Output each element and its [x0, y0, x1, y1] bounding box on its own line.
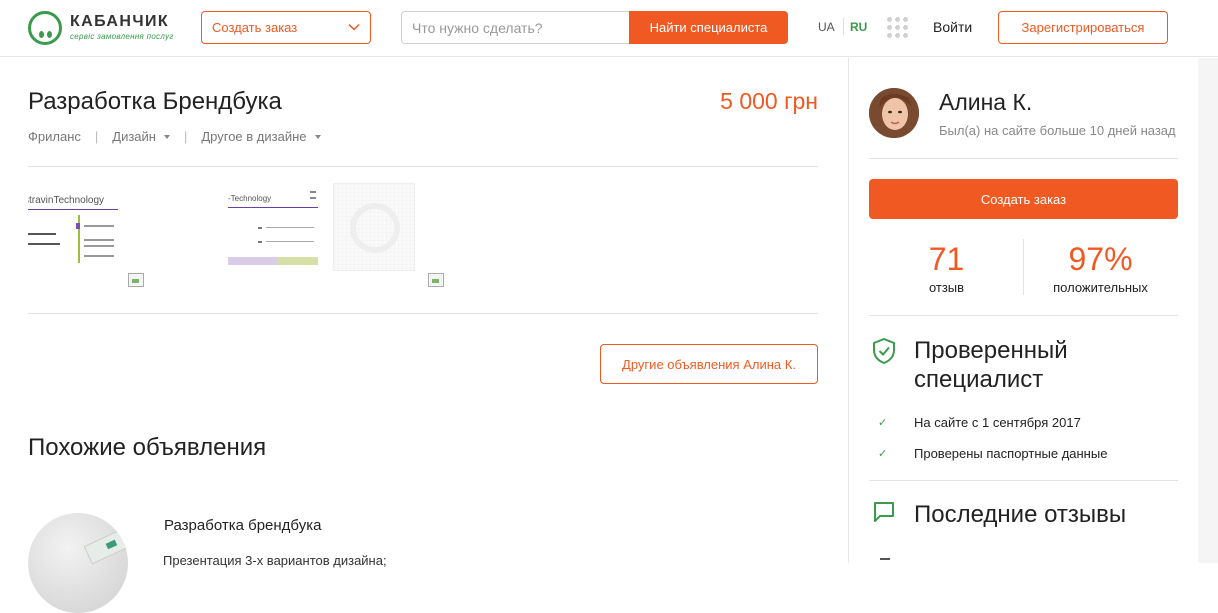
portfolio-thumbnail[interactable]: -Technology: [228, 183, 318, 271]
breadcrumb-label: Фриланс: [28, 129, 81, 144]
breadcrumb-other-design[interactable]: Другое в дизайне: [201, 129, 321, 144]
verified-specialist-heading: Проверенный специалист: [914, 337, 1068, 393]
lang-divider: [843, 18, 844, 35]
caret-down-icon: [314, 134, 321, 139]
breadcrumb-separator: |: [94, 129, 99, 144]
letterhead-image: -Technology: [228, 183, 318, 271]
reviews-count: 71: [928, 241, 965, 277]
other-ads-button[interactable]: Другие объявления Алина К.: [600, 344, 818, 384]
lang-ua-link[interactable]: UA: [818, 20, 835, 34]
top-header: КАБАНЧИК сервіс замовлення послуг Создат…: [0, 0, 1218, 57]
check-icon: ✓: [878, 448, 888, 460]
create-order-dropdown[interactable]: Создать заказ: [201, 11, 371, 44]
site-logo[interactable]: КАБАНЧИК сервіс замовлення послуг: [28, 11, 178, 45]
broken-image-icon[interactable]: [428, 273, 444, 287]
divider: [28, 166, 818, 167]
positive-percent-label: положительных: [1053, 280, 1148, 295]
divider: [869, 480, 1178, 481]
breadcrumb-separator: |: [183, 129, 188, 144]
chevron-down-icon: [348, 23, 360, 31]
apps-grid-icon[interactable]: [887, 17, 909, 39]
pattern-image: [334, 184, 414, 270]
logo-tagline: сервіс замовлення послуг: [70, 32, 174, 41]
lang-ru-link[interactable]: RU: [850, 20, 867, 34]
thumbnail-caption: -Technology: [228, 194, 271, 203]
sidebar-divider: [848, 58, 849, 563]
breadcrumb-label: Другое в дизайне: [201, 129, 307, 144]
listing-title: Разработка Брендбука: [28, 88, 282, 115]
logo-name: КАБАНЧИК: [70, 13, 170, 30]
chat-bubble-icon: [874, 502, 894, 522]
register-button[interactable]: Зарегистрироваться: [998, 11, 1168, 44]
divider: [869, 315, 1178, 316]
profile-last-seen: Был(а) на сайте больше 10 дней назад: [939, 123, 1176, 138]
positive-percent: 97%: [1068, 241, 1133, 277]
page-gutter: [1198, 58, 1218, 563]
breadcrumb-design[interactable]: Дизайн: [112, 129, 170, 144]
similar-ad-title[interactable]: Разработка брендбука: [164, 517, 321, 534]
business-card-image: stravinTechnology: [28, 183, 118, 271]
similar-ad-description: Презентация 3-х вариантов дизайна;: [163, 553, 387, 568]
logo-pig-icon: [28, 11, 62, 45]
verified-item-text: На сайте с 1 сентября 2017: [914, 415, 1081, 430]
user-photo: [869, 88, 919, 138]
login-link[interactable]: Войти: [933, 19, 972, 35]
avatar[interactable]: [869, 88, 919, 138]
create-order-button[interactable]: Создать заказ: [869, 179, 1178, 219]
similar-ads-heading: Похожие объявления: [28, 434, 267, 461]
divider: [28, 313, 818, 314]
caret-down-icon: [163, 134, 170, 139]
portfolio-thumbnail[interactable]: stravinTechnology: [28, 183, 118, 271]
portfolio-thumbnail[interactable]: [333, 183, 415, 271]
create-order-dropdown-label: Создать заказ: [212, 20, 298, 35]
check-icon: ✓: [878, 417, 888, 429]
breadcrumb-freelance[interactable]: Фриланс: [28, 129, 81, 144]
thumbnail-caption: stravinTechnology: [28, 195, 104, 206]
reviews-count-label: отзыв: [928, 280, 965, 295]
shield-check-icon: [873, 337, 895, 365]
similar-ad-image[interactable]: [28, 513, 128, 613]
breadcrumb-label: Дизайн: [112, 129, 156, 144]
search-input[interactable]: [401, 11, 630, 44]
review-quote-mark: [880, 558, 890, 563]
broken-image-icon[interactable]: [128, 273, 144, 287]
breadcrumb: Фриланс | Дизайн | Другое в дизайне: [28, 129, 321, 144]
positive-stat: 97% положительных: [1023, 240, 1178, 295]
verified-item-text: Проверены паспортные данные: [914, 446, 1108, 461]
divider: [869, 158, 1178, 159]
listing-price: 5 000 грн: [720, 88, 818, 114]
reviews-stat[interactable]: 71 отзыв: [869, 240, 1024, 295]
latest-reviews-heading: Последние отзывы: [914, 501, 1127, 528]
find-specialist-button[interactable]: Найти специалиста: [629, 11, 788, 44]
profile-name[interactable]: Алина К.: [939, 89, 1032, 116]
